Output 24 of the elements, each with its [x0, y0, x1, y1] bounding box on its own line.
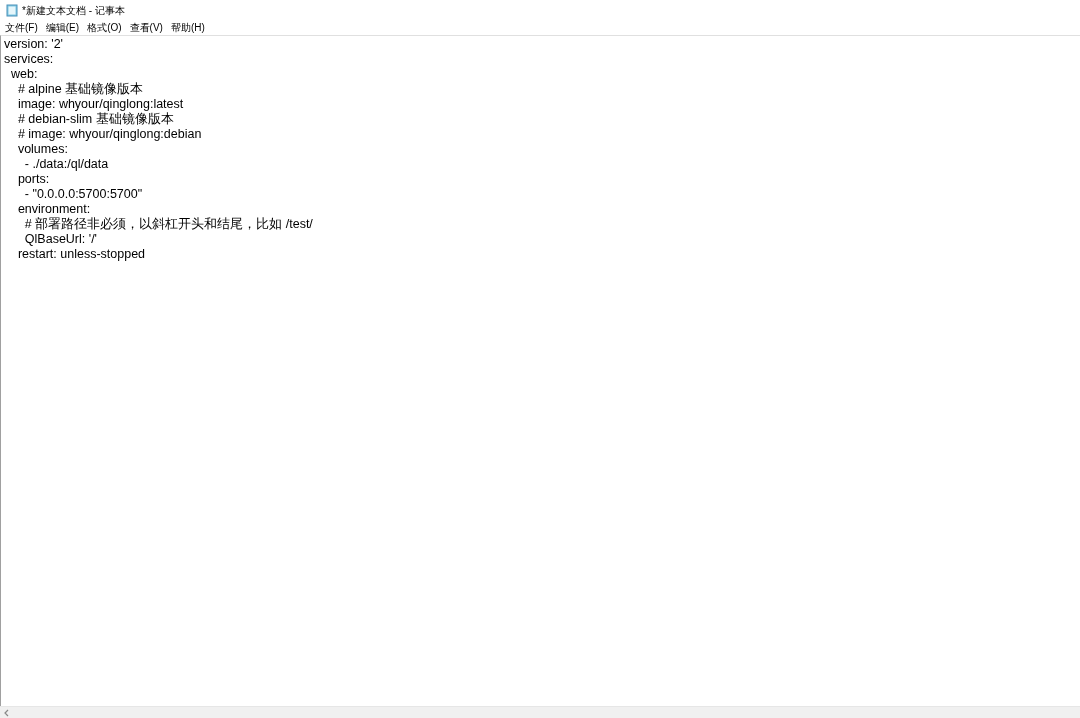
- text-line: volumes:: [16, 142, 68, 157]
- menu-item[interactable]: 查看(V): [126, 20, 166, 35]
- text-line: services:: [4, 52, 54, 67]
- text-line: ports:: [16, 172, 50, 187]
- text-line: version: '2': [4, 37, 63, 52]
- text-line: # alpine 基础镜像版本: [16, 82, 144, 97]
- menu-item[interactable]: 文件(F): [2, 20, 41, 35]
- text-line: environment:: [16, 202, 91, 217]
- text-line: image: whyour/qinglong:latest: [16, 97, 184, 112]
- menu-item[interactable]: 编辑(E): [42, 20, 83, 35]
- horizontal-scrollbar[interactable]: [0, 706, 1080, 718]
- text-line: web:: [9, 67, 38, 82]
- text-line: # debian-slim 基础镜像版本: [16, 112, 174, 127]
- text-line: # image: whyour/qinglong:debian: [16, 127, 202, 142]
- text-line: - "0.0.0.0:5700:5700": [23, 187, 143, 202]
- scroll-left-icon[interactable]: [3, 708, 11, 717]
- window-title: *新建文本文档 - 记事本: [22, 3, 125, 18]
- text-line: - ./data:/ql/data: [23, 157, 109, 172]
- notepad-icon: [6, 3, 18, 17]
- menu-item[interactable]: 帮助(H): [167, 20, 208, 35]
- text-line: restart: unless-stopped: [16, 247, 146, 262]
- menu-item[interactable]: 格式(O): [84, 20, 125, 35]
- text-line: # 部署路径非必须，以斜杠开头和结尾，比如 /test/: [23, 217, 313, 232]
- text-line: QlBaseUrl: '/': [23, 232, 97, 247]
